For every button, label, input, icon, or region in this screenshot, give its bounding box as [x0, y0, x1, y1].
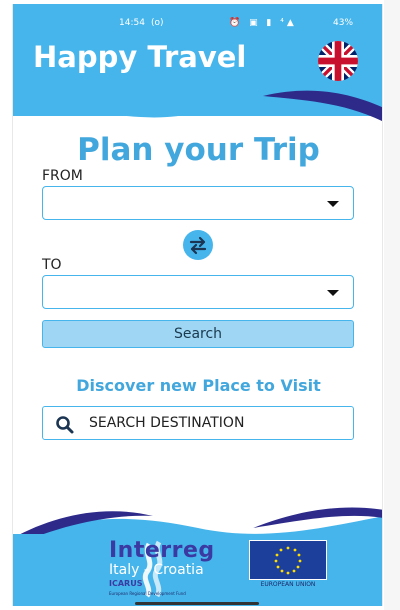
interreg-region: Italy - Croatia [109, 562, 204, 578]
search-icon [56, 416, 74, 434]
battery-level: 43% [333, 18, 354, 28]
search-button[interactable]: Search [42, 320, 354, 348]
from-label: FROM [42, 168, 83, 184]
plan-trip-title: Plan your Trip [77, 132, 320, 168]
eu-flag-icon [249, 540, 327, 580]
from-dropdown[interactable] [42, 186, 354, 220]
interreg-logo-text: Interreg [109, 538, 215, 563]
project-name: ICARUS [109, 579, 143, 588]
status-indicator: (o) [151, 18, 164, 28]
eu-label: EUROPEAN UNION [260, 581, 316, 588]
destination-search-field[interactable]: SEARCH DESTINATION [42, 406, 354, 440]
fund-text: European Regional Development Fund [109, 591, 186, 596]
uk-flag-icon[interactable] [318, 41, 358, 81]
chevron-down-icon [327, 290, 339, 296]
chevron-down-icon [327, 201, 339, 207]
status-time: 14:54 [119, 18, 145, 28]
swap-arrows-icon[interactable] [183, 230, 213, 260]
destination-search-placeholder: SEARCH DESTINATION [89, 415, 245, 431]
status-icons: ⏰ ▣ ▮ ⁴▲ [229, 18, 297, 28]
status-bar: 14:54 (o) ⏰ ▣ ▮ ⁴▲ 43% [13, 16, 382, 32]
page-background [384, 0, 400, 610]
navigation-handle[interactable] [135, 602, 259, 605]
app-screen: 14:54 (o) ⏰ ▣ ▮ ⁴▲ 43% Happy Travel Plan… [12, 4, 383, 606]
to-dropdown[interactable] [42, 275, 354, 309]
header-wave [13, 82, 382, 122]
app-title: Happy Travel [33, 40, 247, 74]
to-label: TO [42, 257, 62, 273]
discover-title: Discover new Place to Visit [76, 376, 321, 395]
